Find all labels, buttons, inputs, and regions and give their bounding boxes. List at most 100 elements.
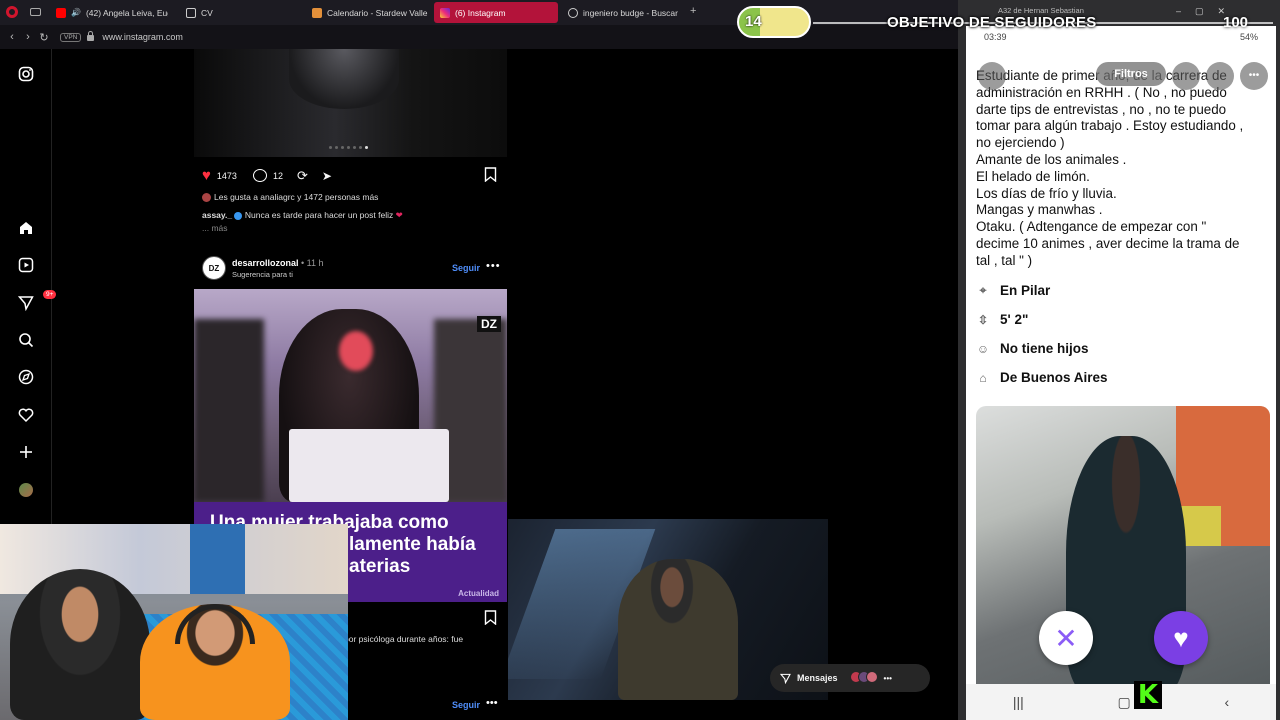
- attr-location: ⌖ En Pilar: [976, 283, 1051, 298]
- goal-progress-pill: 14: [737, 6, 811, 38]
- heart-emoji-icon: ❤: [395, 210, 403, 220]
- filters-button[interactable]: Filtros: [1096, 62, 1166, 86]
- tab-label: (6) Instagram: [455, 7, 506, 18]
- post-actions: ♥ 1473 12 ⟳ ➤: [202, 167, 332, 184]
- profile-bio: Estudiante de primer año, de la carrera …: [976, 68, 1244, 268]
- shield-button[interactable]: [1172, 62, 1200, 90]
- more-options-icon[interactable]: •••: [486, 697, 498, 709]
- comment-icon[interactable]: [252, 169, 267, 182]
- streamer-left: [10, 569, 150, 720]
- post-image[interactable]: [194, 49, 507, 157]
- heart-icon[interactable]: [17, 406, 35, 424]
- publisher-logo: DZ: [477, 316, 501, 332]
- likes-line: Les gusta a analiagrc y 1472 personas má…: [202, 192, 378, 203]
- tab-cv[interactable]: CV: [180, 2, 300, 23]
- speaker-icon: 🔊: [71, 8, 81, 17]
- verified-badge-icon: [234, 211, 243, 220]
- home-outline-icon: ⌂: [979, 370, 987, 385]
- tab-instagram[interactable]: (6) Instagram: [434, 2, 558, 23]
- messages-icon: [780, 673, 791, 684]
- tab-youtube[interactable]: 🔊 (42) Angela Leiva, Eug: [50, 2, 168, 23]
- back-button[interactable]: [978, 62, 1006, 90]
- follower-count: 14: [745, 13, 762, 30]
- vpn-badge[interactable]: VPN: [60, 32, 82, 42]
- home-button-icon[interactable]: ▢: [1118, 694, 1131, 711]
- search-icon[interactable]: [17, 331, 35, 349]
- stardew-icon: [312, 7, 322, 18]
- follow-button[interactable]: Seguir: [452, 700, 480, 710]
- category-tag: Actualidad: [458, 589, 499, 598]
- like-heart-icon[interactable]: ♥: [202, 167, 211, 184]
- home-icon[interactable]: [17, 219, 35, 237]
- post-image[interactable]: DZ: [194, 289, 507, 502]
- like-button[interactable]: ♥: [1154, 611, 1208, 665]
- new-tab-button[interactable]: +: [690, 5, 696, 17]
- tab-label: (42) Angela Leiva, Eug: [85, 7, 168, 18]
- follower-goal-overlay: 14 OBJETIVO DE SEGUIDORES 100: [737, 6, 1280, 40]
- post-time: • 11 h: [301, 258, 324, 268]
- more-link[interactable]: ... más: [202, 223, 228, 233]
- tab-label: Calendario - Stardew Valle: [327, 7, 428, 18]
- forward-icon[interactable]: ›: [20, 31, 36, 43]
- carousel-dots: [329, 146, 368, 149]
- save-bookmark-icon[interactable]: [484, 167, 497, 187]
- lock-icon: [87, 31, 95, 41]
- post-header: DZ desarrollozonal • 11 h Sugerencia par…: [194, 254, 507, 284]
- share-icon[interactable]: ➤: [322, 169, 332, 183]
- comment-count: 12: [272, 170, 283, 181]
- google-icon: [568, 7, 578, 18]
- reload-icon[interactable]: ↻: [36, 31, 52, 44]
- explore-icon[interactable]: [17, 368, 35, 386]
- post-caption: assay._ Nunca es tarde para hacer un pos…: [202, 210, 403, 221]
- post-avatar[interactable]: DZ: [202, 256, 226, 280]
- caption-text: Nunca es tarde para hacer un post feliz: [244, 210, 394, 220]
- liker-avatar: [202, 193, 211, 203]
- message-avatars: [849, 671, 878, 685]
- goal-title: OBJETIVO DE SEGUIDORES: [887, 14, 1097, 31]
- messages-icon[interactable]: 9+: [17, 290, 57, 312]
- profile-photo[interactable]: [976, 406, 1270, 684]
- tab-label: CV: [201, 7, 213, 18]
- location-pin-icon: ⌖: [979, 283, 987, 297]
- dating-profile-screen: Estudiante de primer año, de la carrera …: [966, 48, 1276, 684]
- follow-button[interactable]: Seguir: [452, 263, 480, 273]
- recent-apps-icon[interactable]: |||: [1013, 694, 1024, 710]
- post-username[interactable]: desarrollozonal • 11 h: [232, 258, 324, 268]
- tab-google[interactable]: ingeniero budge - Buscar: [562, 2, 682, 23]
- youtube-icon: [56, 7, 66, 18]
- url-field[interactable]: www.instagram.com: [102, 32, 183, 42]
- save-bookmark-icon[interactable]: [484, 610, 497, 630]
- children-icon: ☺: [976, 341, 990, 356]
- tab-label: ingeniero budge - Buscar: [583, 7, 678, 18]
- attr-hometown: ⌂ De Buenos Aires: [976, 370, 1107, 385]
- notification-badge: 9+: [43, 290, 57, 299]
- back-icon[interactable]: ‹: [4, 31, 20, 43]
- repost-icon[interactable]: ⟳: [297, 168, 308, 184]
- instagram-logo-icon[interactable]: [17, 65, 35, 83]
- messages-bar[interactable]: Mensajes •••: [770, 664, 930, 692]
- singer-figure: [618, 559, 738, 700]
- opera-logo-icon[interactable]: [6, 6, 18, 18]
- android-nav-bar: ||| ▢ ‹: [966, 684, 1276, 720]
- goal-target: 100: [1223, 14, 1249, 31]
- profile-avatar[interactable]: [17, 481, 35, 499]
- attr-height: ⇳ 5' 2": [977, 312, 1029, 327]
- reels-icon[interactable]: [17, 256, 35, 274]
- like-count: 1473: [216, 170, 237, 181]
- more-options-icon[interactable]: •••: [1240, 62, 1268, 90]
- webcam-overlay: [0, 524, 348, 720]
- more-options-icon[interactable]: •••: [486, 260, 501, 272]
- boost-button[interactable]: [1206, 62, 1234, 90]
- more-dots-icon: •••: [883, 673, 892, 683]
- post-caption: oor psicóloga durante años: fue: [344, 634, 464, 644]
- sidebar-toggle-icon[interactable]: [30, 8, 41, 16]
- instagram-sidebar: 9+: [0, 49, 57, 524]
- tab-calendario[interactable]: Calendario - Stardew Valle: [306, 2, 430, 23]
- messages-label: Mensajes: [797, 673, 838, 683]
- back-nav-icon[interactable]: ‹: [1224, 694, 1229, 710]
- instagram-icon: [440, 7, 450, 18]
- suggestion-label: Sugerencia para ti: [232, 270, 293, 279]
- dislike-button[interactable]: ✕: [1039, 611, 1093, 665]
- caption-username[interactable]: assay._: [202, 210, 232, 220]
- create-icon[interactable]: [17, 443, 35, 461]
